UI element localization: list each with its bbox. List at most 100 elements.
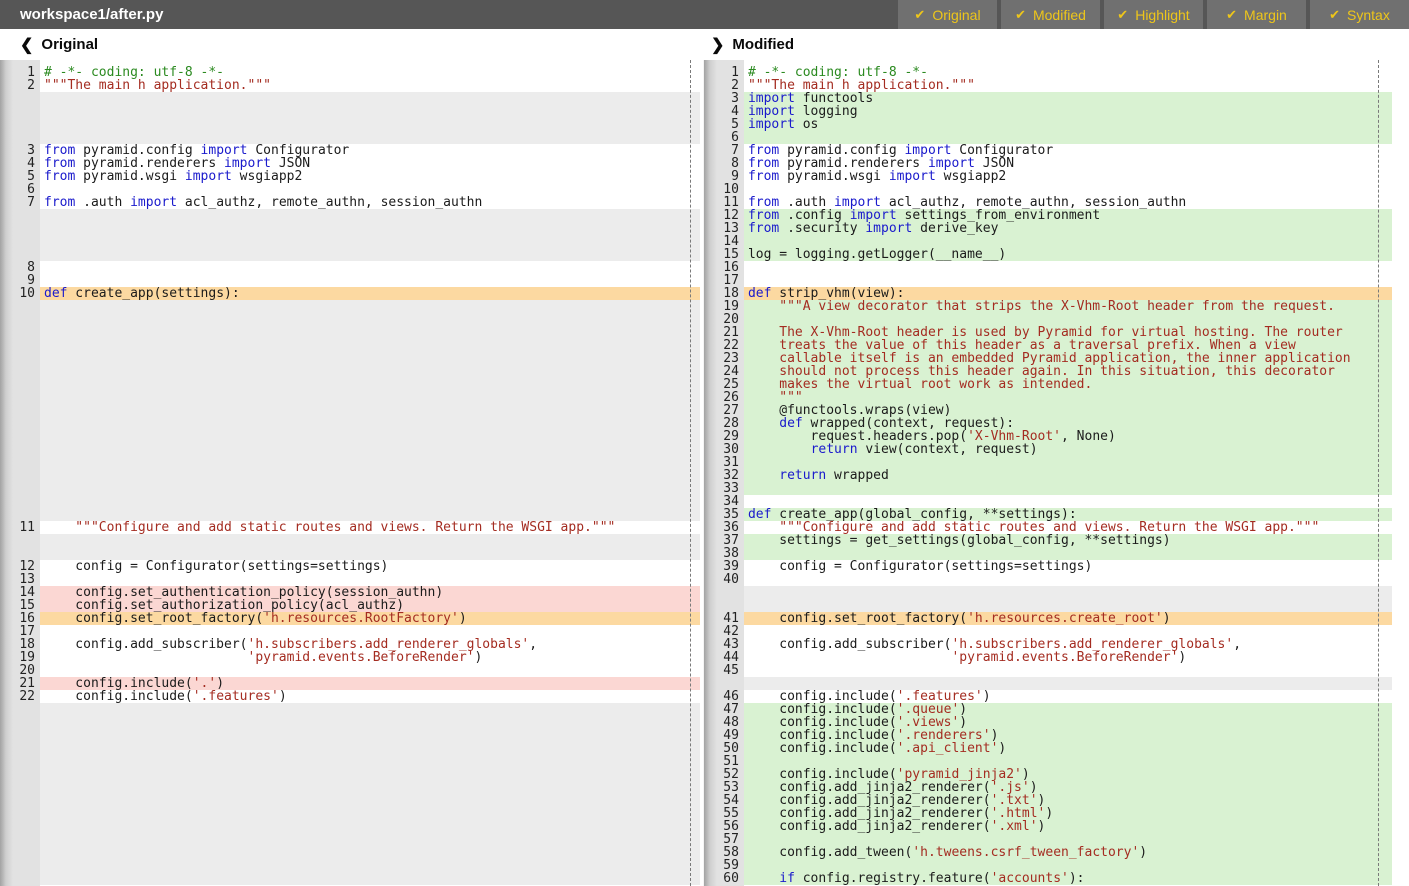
- filler-line: [40, 430, 700, 443]
- filler-line: [40, 820, 700, 833]
- filler-line: [40, 378, 700, 391]
- code-line: config.add_subscriber('h.subscribers.add…: [40, 638, 700, 651]
- filler-line: [40, 703, 700, 716]
- line-number: 45: [704, 664, 744, 677]
- code-line: config.add_jinja2_renderer('.js'): [744, 781, 1392, 794]
- filler-line: [40, 534, 700, 547]
- filler-line: [40, 482, 700, 495]
- code-line: config.set_authorization_policy(acl_auth…: [40, 599, 700, 612]
- filler-line: [40, 755, 700, 768]
- line-number: [0, 92, 40, 105]
- filler-line: [40, 300, 700, 313]
- toggle-label: Syntax: [1347, 7, 1390, 23]
- original-line-number-gutter: 12345678910111213141516171819202122: [0, 60, 40, 886]
- code-line: """A view decorator that strips the X-Vh…: [744, 300, 1392, 313]
- code-line: [744, 755, 1392, 768]
- line-number: 40: [704, 573, 744, 586]
- line-number: [0, 326, 40, 339]
- modified-line-number-gutter: 1234567891011121314151617181920212223242…: [704, 60, 744, 886]
- line-number: [0, 404, 40, 417]
- line-number: [0, 456, 40, 469]
- filler-line: [40, 456, 700, 469]
- pane-title-modified: ❯ Modified: [703, 35, 794, 55]
- filler-line: [40, 716, 700, 729]
- code-line: def strip_vhm(view):: [744, 287, 1392, 300]
- code-line: config.include('.api_client'): [744, 742, 1392, 755]
- code-line: from .auth import acl_authz, remote_auth…: [40, 196, 700, 209]
- filler-line: [40, 209, 700, 222]
- toggle-modified-button[interactable]: ✔ Modified: [1001, 0, 1100, 29]
- filler-line: [40, 391, 700, 404]
- line-number: [0, 417, 40, 430]
- line-number: [0, 339, 40, 352]
- code-line: callable itself is an embedded Pyramid a…: [744, 352, 1392, 365]
- filler-line: [40, 235, 700, 248]
- code-line: """The main h application.""": [40, 79, 700, 92]
- code-line: makes the virtual root work as intended.: [744, 378, 1392, 391]
- code-line: # -*- coding: utf-8 -*-: [40, 66, 700, 79]
- code-line: from pyramid.config import Configurator: [40, 144, 700, 157]
- code-line: from .auth import acl_authz, remote_auth…: [744, 196, 1392, 209]
- line-number: [0, 209, 40, 222]
- code-line: [40, 573, 700, 586]
- diff-area: 12345678910111213141516171819202122 # -*…: [0, 60, 1409, 886]
- toggle-original-button[interactable]: ✔ Original: [898, 0, 997, 29]
- code-line: config.add_jinja2_renderer('.xml'): [744, 820, 1392, 833]
- pane-title-original: ❮ Original: [0, 35, 703, 55]
- line-number: [0, 313, 40, 326]
- code-line: config.add_jinja2_renderer('.html'): [744, 807, 1392, 820]
- filler-line: [40, 248, 700, 261]
- line-number: [0, 742, 40, 755]
- code-line: config.include('.'): [40, 677, 700, 690]
- code-line: return wrapped: [744, 469, 1392, 482]
- code-line: [744, 261, 1392, 274]
- filler-line: [744, 677, 1392, 690]
- code-line: # -*- coding: utf-8 -*-: [744, 66, 1392, 79]
- filler-line: [40, 495, 700, 508]
- original-pane[interactable]: 12345678910111213141516171819202122 # -*…: [0, 60, 703, 886]
- code-line: should not process this header again. In…: [744, 365, 1392, 378]
- line-number: [0, 105, 40, 118]
- code-line: settings = get_settings(global_config, *…: [744, 534, 1392, 547]
- line-number: 60: [704, 872, 744, 885]
- code-line: config.add_tween('h.tweens.csrf_tween_fa…: [744, 846, 1392, 859]
- modified-pane[interactable]: 1234567891011121314151617181920212223242…: [703, 60, 1409, 886]
- code-line: config.include('.views'): [744, 716, 1392, 729]
- filler-line: [40, 313, 700, 326]
- line-number: [0, 859, 40, 872]
- line-number: [0, 495, 40, 508]
- code-line: @functools.wraps(view): [744, 404, 1392, 417]
- code-line: config.include('.queue'): [744, 703, 1392, 716]
- filler-line: [744, 586, 1392, 599]
- code-line: import os: [744, 118, 1392, 131]
- code-line: [744, 131, 1392, 144]
- toggle-highlight-button[interactable]: ✔ Highlight: [1104, 0, 1203, 29]
- filler-line: [40, 768, 700, 781]
- filler-line: [40, 872, 700, 885]
- code-line: config.include('.features'): [744, 690, 1392, 703]
- line-number: [704, 586, 744, 599]
- chevron-left-icon: ❮: [20, 35, 33, 55]
- line-number: [0, 872, 40, 885]
- line-number: [0, 820, 40, 833]
- code-line: request.headers.pop('X-Vhm-Root', None): [744, 430, 1392, 443]
- line-number: [0, 391, 40, 404]
- code-line: [744, 625, 1392, 638]
- diff-viewer-app: workspace1/after.py ✔ Original ✔ Modifie…: [0, 0, 1409, 886]
- code-line: [744, 183, 1392, 196]
- code-line: from .config import settings_from_enviro…: [744, 209, 1392, 222]
- filler-line: [744, 599, 1392, 612]
- line-number: [0, 469, 40, 482]
- code-line: [744, 664, 1392, 677]
- filler-line: [40, 846, 700, 859]
- code-line: from pyramid.renderers import JSON: [40, 157, 700, 170]
- code-line: [40, 183, 700, 196]
- line-number: [0, 846, 40, 859]
- line-number: 2: [0, 79, 40, 92]
- line-number: [0, 378, 40, 391]
- filler-line: [40, 443, 700, 456]
- toggle-syntax-button[interactable]: ✔ Syntax: [1310, 0, 1409, 29]
- filler-line: [40, 118, 700, 131]
- filler-line: [40, 339, 700, 352]
- toggle-margin-button[interactable]: ✔ Margin: [1207, 0, 1306, 29]
